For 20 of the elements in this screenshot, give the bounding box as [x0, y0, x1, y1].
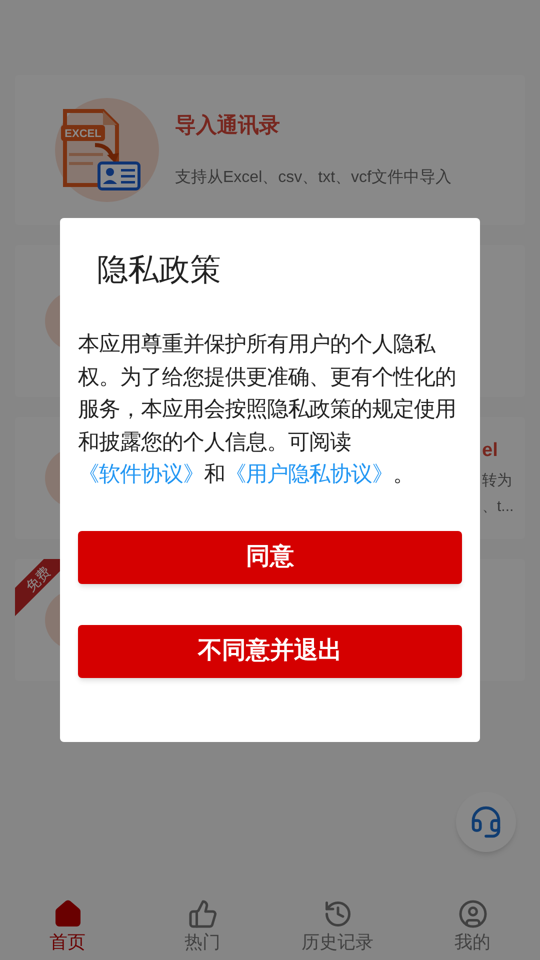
card-description: 转为: [482, 470, 513, 491]
nav-tab[interactable]: 热门: [135, 894, 270, 960]
nav-tab[interactable]: 我的: [405, 894, 540, 960]
agree-button[interactable]: 同意: [78, 530, 462, 584]
headset-icon: [469, 805, 503, 839]
nav-tab[interactable]: 历史记录: [270, 894, 405, 960]
card-description: 支持从Excel、csv、txt、vcf文件中导入: [175, 168, 452, 188]
thumbs-up-icon: [188, 898, 218, 928]
home-icon: [52, 898, 82, 928]
card-description: 、t...: [482, 497, 515, 518]
decline-button[interactable]: 不同意并退出: [78, 624, 462, 678]
dialog-title: 隐私政策: [96, 251, 222, 289]
policy-link[interactable]: 《用户隐私协议》: [225, 462, 393, 486]
user-icon: [458, 898, 488, 928]
card-title: el: [482, 439, 499, 464]
history-icon: [322, 898, 352, 928]
card-title: 导入通讯录: [175, 113, 281, 140]
policy-link[interactable]: 《软件协议》: [78, 462, 204, 486]
dialog-body: 本应用尊重并保护所有用户的个人隐私权。为了给您提供更准确、更有个性化的服务，本应用会按照隐私政策的规定使用和披露您的个人信息。可阅读 《软件协议》和《用户隐私协议》。: [78, 331, 457, 488]
nav-tab[interactable]: 首页: [0, 894, 135, 960]
